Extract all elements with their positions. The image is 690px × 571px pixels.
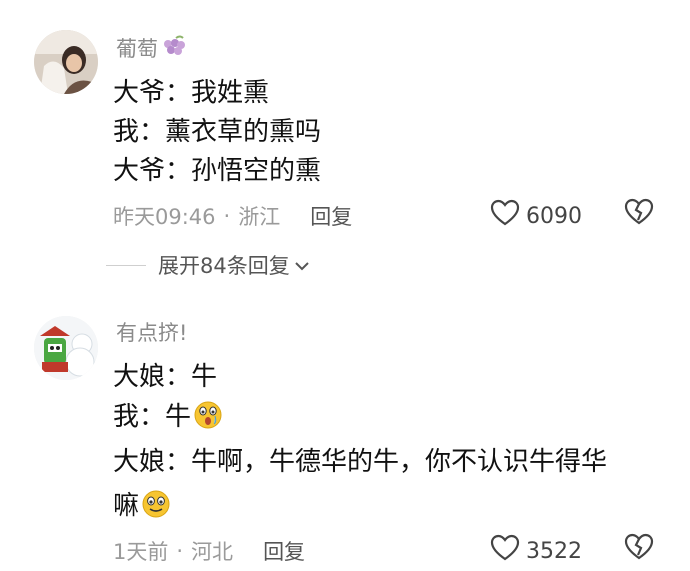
avatar[interactable] <box>34 30 98 94</box>
comment-text-line: 我：牛 <box>113 396 223 433</box>
like-button[interactable]: 6090 <box>490 199 582 233</box>
comment-text-line: 大爷：孙悟空的熏 <box>113 156 322 186</box>
expand-replies-label: 展开84条回复 <box>158 254 290 278</box>
comment-text: 嘛 <box>113 491 140 521</box>
comment-time: 1天前 <box>113 540 169 564</box>
heart-icon <box>490 534 520 568</box>
comment-time: 昨天09:46 <box>113 205 216 229</box>
reply-button[interactable]: 回复 <box>310 201 352 231</box>
comment-meta: 昨天09:46 · 浙江 回复 <box>113 201 352 231</box>
comment-text-line: 大娘：牛啊，牛德华的牛，你不认识牛得华 <box>113 447 608 477</box>
comment-text-line: 嘛 <box>113 485 171 522</box>
broken-heart-icon <box>624 533 654 565</box>
dislike-button[interactable] <box>624 533 654 565</box>
comment-location: 浙江 <box>238 205 281 229</box>
comment-location: 河北 <box>191 540 234 564</box>
expand-replies-button[interactable]: 展开84条回复 <box>106 250 310 280</box>
comment-text-line: 我：薰衣草的熏吗 <box>113 117 322 147</box>
username-text: 葡萄 <box>116 37 158 61</box>
like-count: 6090 <box>526 203 582 229</box>
like-count: 3522 <box>526 538 582 564</box>
divider <box>106 264 146 266</box>
grape-icon <box>162 35 186 62</box>
username[interactable]: 葡萄 <box>116 33 186 63</box>
dislike-button[interactable] <box>624 198 654 230</box>
chevron-down-icon <box>294 253 310 277</box>
heart-icon <box>490 199 520 233</box>
comment-text-line: 大爷：我姓熏 <box>113 78 270 108</box>
username[interactable]: 有点挤! <box>116 317 187 347</box>
separator-dot: · <box>176 539 184 563</box>
username-text: 有点挤! <box>116 321 188 345</box>
comment-text: 我：牛 <box>113 402 192 432</box>
avatar[interactable] <box>34 316 98 380</box>
comment-meta: 1天前 · 河北 回复 <box>113 536 305 566</box>
separator-dot: · <box>223 204 231 228</box>
like-button[interactable]: 3522 <box>490 534 582 568</box>
reply-button[interactable]: 回复 <box>263 536 305 566</box>
smile-face-icon <box>141 489 171 519</box>
broken-heart-icon <box>624 198 654 230</box>
comment-text-line: 大娘：牛 <box>113 362 218 392</box>
surprised-face-icon <box>193 400 223 430</box>
